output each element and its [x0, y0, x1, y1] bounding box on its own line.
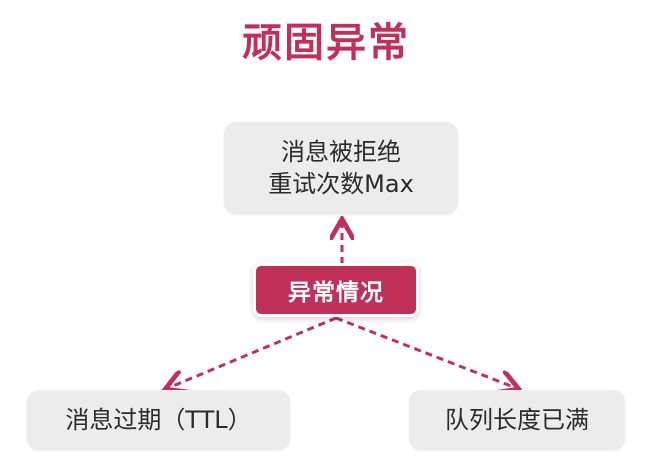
node-top-line1: 消息被拒绝	[281, 138, 401, 166]
node-message-rejected: 消息被拒绝 重试次数Max	[224, 122, 458, 214]
node-top-line2: 重试次数Max	[268, 170, 414, 198]
node-right-label: 队列长度已满	[445, 406, 589, 434]
node-left-label: 消息过期（TTL）	[65, 406, 252, 434]
node-message-expired: 消息过期（TTL）	[27, 390, 290, 450]
node-queue-full: 队列长度已满	[409, 390, 625, 450]
arrow-to-left	[168, 316, 337, 388]
arrow-to-right	[335, 316, 516, 388]
center-node-exception: 异常情况	[256, 266, 416, 314]
